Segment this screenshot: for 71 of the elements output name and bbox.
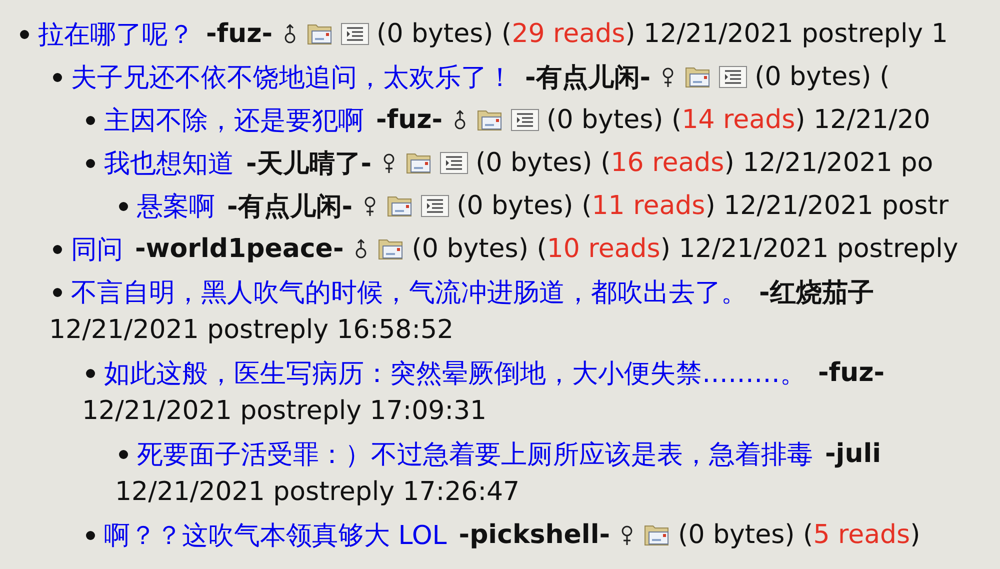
post-info: (0 bytes) ( — [678, 520, 814, 550]
post-title-link[interactable]: 啊？？这吹气本领真够大 LOL — [104, 518, 447, 552]
post-info: ) 12/21/2021 postr — [705, 191, 949, 221]
document-icon — [440, 152, 468, 174]
read-count: 14 reads — [682, 105, 796, 135]
post-info: (0 bytes) ( — [476, 148, 611, 178]
post-title-link[interactable]: 如此这般，医生写病历：突然晕厥倒地，大小便失禁………。 — [104, 356, 806, 390]
male-symbol-icon — [354, 238, 368, 260]
author-name: -红烧茄子 — [759, 276, 874, 310]
bullet-icon — [86, 530, 95, 540]
female-symbol-icon — [362, 195, 377, 217]
post-title-link[interactable]: 悬案啊 — [137, 188, 215, 224]
post-title-link[interactable]: 主因不除，还是要犯啊 — [104, 102, 364, 138]
post-title-link[interactable]: 同问 — [71, 232, 123, 266]
post-title-link[interactable]: 我也想知道 — [104, 146, 234, 180]
post-info: (0 bytes) ( — [754, 62, 890, 92]
folder-envelope-icon — [406, 151, 432, 175]
bullet-icon — [86, 116, 95, 124]
folder-envelope-icon — [378, 237, 404, 261]
read-count: 29 reads — [512, 19, 626, 49]
post-date: 12/21/2021 postreply 17:09:31 — [82, 395, 488, 428]
author-name: -天儿晴了- — [246, 148, 372, 180]
post-info: (0 bytes) ( — [456, 191, 592, 221]
bullet-icon — [53, 244, 62, 254]
read-count: 5 reads — [813, 520, 910, 550]
bullet-icon — [53, 288, 62, 296]
document-icon — [510, 109, 539, 131]
post-info: ) 12/21/20 — [795, 105, 930, 135]
author-name: -有点儿闲- — [525, 62, 651, 94]
female-symbol-icon — [660, 66, 675, 88]
female-symbol-icon — [382, 152, 396, 174]
folder-envelope-icon — [386, 194, 413, 218]
folder-envelope-icon — [684, 65, 711, 89]
post-info: ) 12/21/2021 postreply 1 — [625, 19, 948, 49]
post-title-link[interactable]: 夫子兄还不依不饶地追问，太欢乐了！ — [71, 60, 513, 94]
document-icon — [718, 66, 747, 88]
author-name: -fuz- — [818, 358, 885, 388]
post-info: ) 12/21/2021 po — [724, 148, 934, 178]
read-count: 11 reads — [592, 191, 706, 221]
folder-envelope-icon — [644, 523, 670, 547]
post-date: 12/21/2021 postreply 17:26:47 — [115, 476, 521, 509]
read-count: 16 reads — [610, 148, 724, 178]
bullet-icon — [86, 368, 95, 378]
bullet-icon — [119, 202, 128, 210]
post-info: ) — [910, 520, 920, 550]
female-symbol-icon — [620, 524, 634, 546]
post-title-link[interactable]: 不言自明，黑人吹气的时候，气流冲进肠道，都吹出去了。 — [71, 274, 747, 310]
bullet-icon — [53, 72, 62, 82]
author-name: -fuz- — [376, 105, 443, 135]
post-info: (0 bytes) ( — [546, 105, 682, 135]
male-symbol-icon — [452, 109, 467, 131]
document-icon — [340, 23, 369, 45]
post-title-link[interactable]: 拉在哪了呢？ — [38, 16, 194, 52]
document-icon — [420, 195, 449, 217]
bullet-icon — [20, 30, 29, 38]
folder-envelope-icon — [476, 108, 503, 132]
folder-envelope-icon — [306, 22, 333, 46]
bullet-icon — [86, 158, 95, 168]
post-title-link[interactable]: 死要面子活受罪：）不过急着要上厕所应该是表，急着排毒 — [137, 436, 813, 472]
post-info: (0 bytes) ( — [376, 19, 512, 49]
post-date: 12/21/2021 postreply 16:58:52 — [49, 314, 455, 347]
author-name: -juli — [825, 439, 882, 469]
author-name: -pickshell- — [458, 520, 610, 550]
author-name: -world1peace- — [135, 234, 344, 264]
bullet-icon — [119, 450, 128, 458]
male-symbol-icon — [282, 23, 297, 45]
post-info: ) 12/21/2021 postreply — [660, 234, 958, 264]
post-info: (0 bytes) ( — [412, 234, 547, 264]
read-count: 10 reads — [546, 234, 660, 264]
author-name: -有点儿闲- — [227, 190, 353, 224]
author-name: -fuz- — [206, 19, 273, 49]
